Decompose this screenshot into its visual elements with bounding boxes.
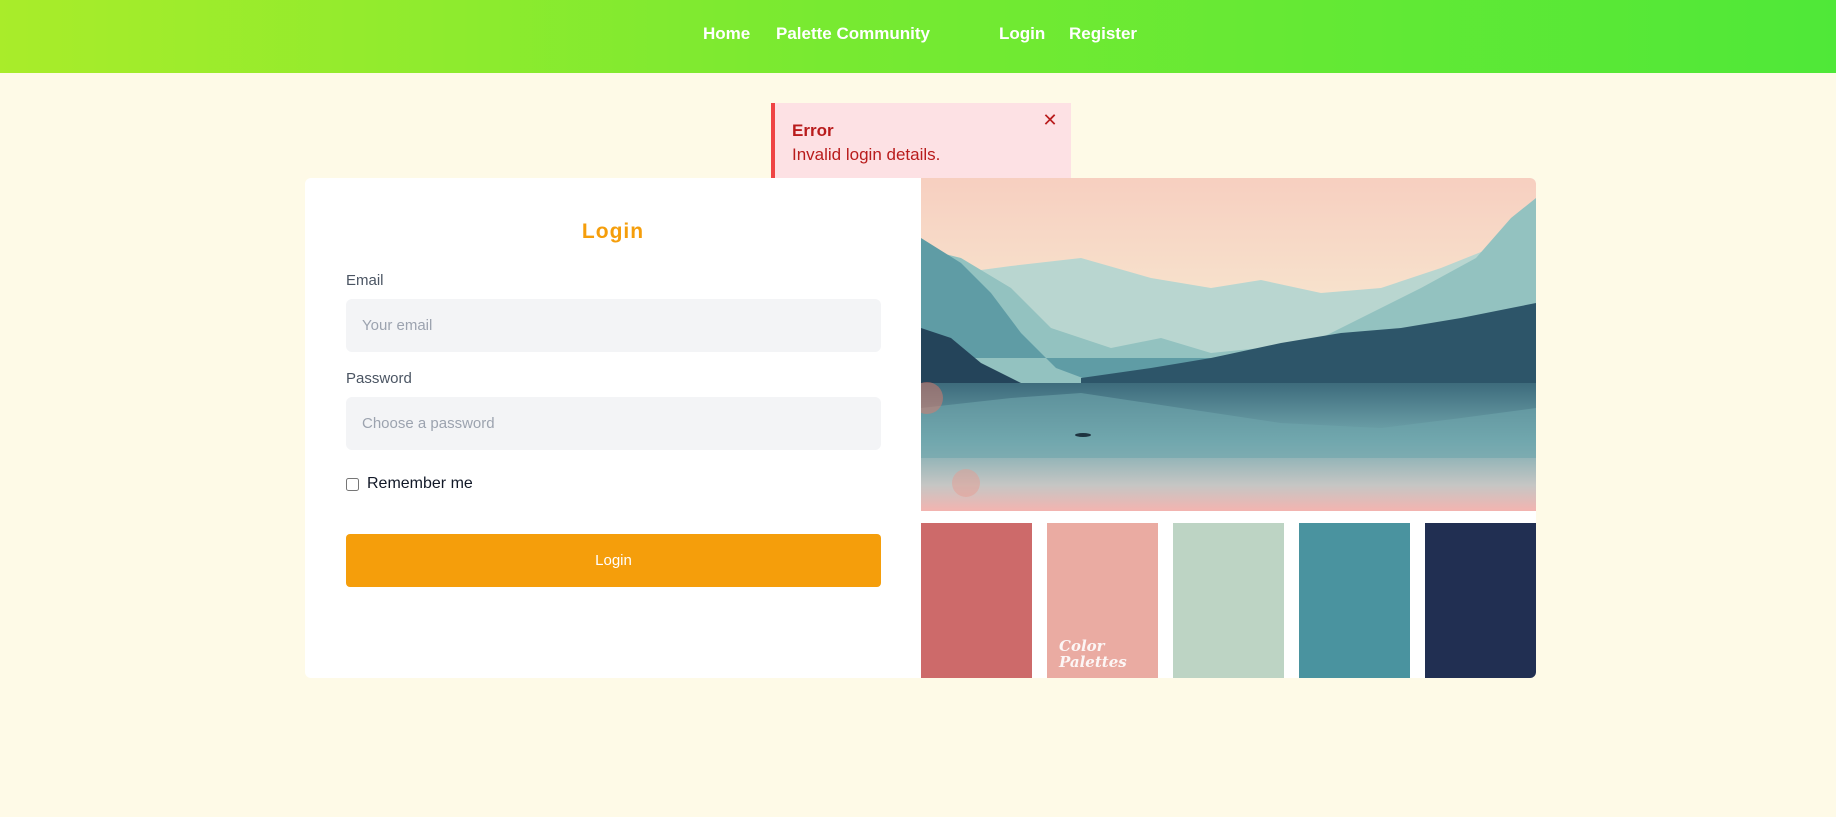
password-label: Password <box>346 370 412 387</box>
top-navbar: Home Palette Community Login Register <box>0 0 1836 73</box>
color-palettes-logo: Color Palettes <box>1059 637 1127 671</box>
nav-palette-community-link[interactable]: Palette Community <box>776 24 930 44</box>
palette-swatch-3 <box>1173 523 1284 678</box>
password-field[interactable] <box>346 397 881 450</box>
close-icon[interactable]: ✕ <box>1041 111 1059 129</box>
palette-swatch-2: Color Palettes <box>1047 523 1158 678</box>
nav-login-link[interactable]: Login <box>999 24 1045 44</box>
palette-swatch-1 <box>921 523 1032 678</box>
email-label: Email <box>346 272 384 289</box>
remember-me[interactable]: Remember me <box>346 475 473 493</box>
login-form: Login Email Password Remember me Login <box>305 178 921 678</box>
alert-message: Invalid login details. <box>792 145 941 164</box>
login-card: Login Email Password Remember me Login <box>305 178 1536 678</box>
palette-swatch-5 <box>1425 523 1536 678</box>
remember-me-checkbox[interactable] <box>346 477 359 491</box>
mountain-lake-photo <box>921 178 1536 511</box>
nav-home-link[interactable]: Home <box>703 24 750 44</box>
nav-register-link[interactable]: Register <box>1069 24 1137 44</box>
form-title: Login <box>581 220 645 243</box>
remember-me-label: Remember me <box>367 475 473 492</box>
error-alert: Error Invalid login details. ✕ <box>771 103 1071 183</box>
login-button[interactable]: Login <box>346 534 881 587</box>
email-field[interactable] <box>346 299 881 352</box>
palette-image: Color Palettes <box>921 178 1536 678</box>
alert-title: Error <box>792 121 834 140</box>
palette-swatch-4 <box>1299 523 1410 678</box>
